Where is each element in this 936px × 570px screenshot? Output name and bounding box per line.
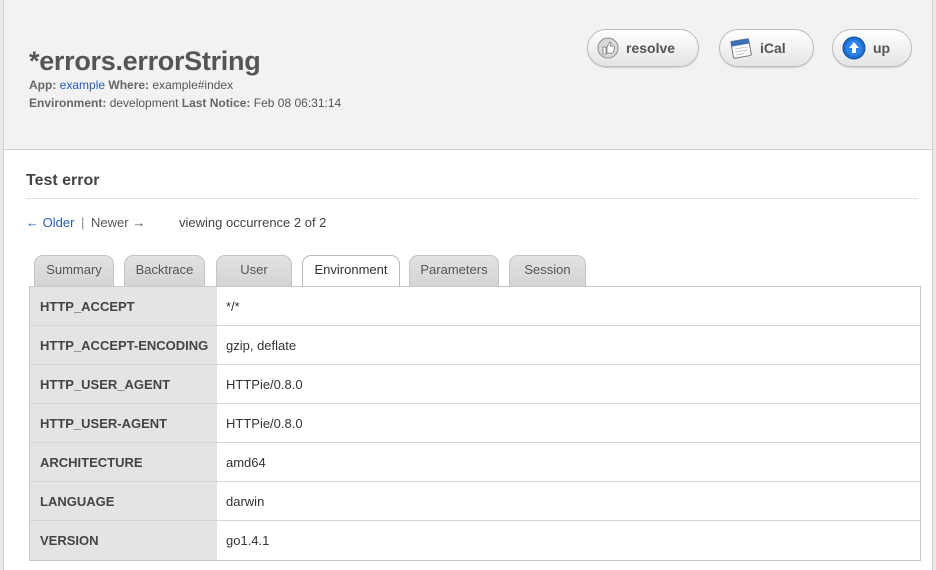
env-key: VERSION (30, 521, 217, 560)
env-key: HTTP_ACCEPT (30, 287, 217, 325)
env-value: go1.4.1 (217, 521, 920, 560)
occurrence-counter: viewing occurrence 2 of 2 (179, 215, 327, 230)
app-label: App: (29, 78, 57, 92)
older-link[interactable]: ← Older (26, 215, 74, 230)
last-notice-value: Feb 08 06:31:14 (253, 96, 342, 110)
occurrence-navigation: ← Older | Newer → (26, 215, 145, 230)
up-button[interactable]: up (832, 29, 912, 67)
where-value: example#index (152, 78, 234, 92)
env-value: HTTPie/0.8.0 (217, 365, 920, 403)
section-divider (26, 198, 918, 199)
page: *errors.errorString App: example Where: … (3, 0, 933, 570)
ical-button[interactable]: iCal (719, 29, 814, 67)
env-value: gzip, deflate (217, 326, 920, 364)
where-label: Where: (108, 78, 150, 92)
error-meta-app: App: example Where: example#index (29, 78, 233, 92)
table-row: LANGUAGE darwin (30, 482, 920, 521)
error-title: *errors.errorString (29, 46, 261, 76)
section-title: Test error (26, 172, 100, 189)
tab-backtrace[interactable]: Backtrace (124, 255, 205, 286)
environment-label: Environment: (29, 96, 107, 110)
newer-link: Newer → (91, 215, 146, 230)
env-value: HTTPie/0.8.0 (217, 404, 920, 442)
resolve-button[interactable]: resolve (587, 29, 699, 67)
env-key: HTTP_ACCEPT-ENCODING (30, 326, 217, 364)
tab-summary[interactable]: Summary (34, 255, 114, 286)
tab-session[interactable]: Session (509, 255, 586, 286)
thumbs-up-icon (597, 37, 619, 59)
tab-environment[interactable]: Environment (302, 255, 400, 288)
env-key: HTTP_USER-AGENT (30, 404, 217, 442)
table-row: ARCHITECTURE amd64 (30, 443, 920, 482)
environment-table: HTTP_ACCEPT */* HTTP_ACCEPT-ENCODING gzi… (29, 286, 921, 561)
table-row: VERSION go1.4.1 (30, 521, 920, 560)
env-value: amd64 (217, 443, 920, 481)
nav-separator: | (81, 215, 85, 230)
table-row: HTTP_ACCEPT */* (30, 287, 920, 326)
table-row: HTTP_USER_AGENT HTTPie/0.8.0 (30, 365, 920, 404)
tab-parameters[interactable]: Parameters (409, 255, 499, 286)
resolve-label: resolve (626, 40, 676, 56)
env-key: ARCHITECTURE (30, 443, 217, 481)
arrow-up-circle-icon (842, 36, 866, 60)
app-link[interactable]: example (60, 78, 105, 92)
ical-label: iCal (760, 40, 786, 56)
last-notice-label: Last Notice: (181, 96, 251, 110)
env-key: HTTP_USER_AGENT (30, 365, 217, 403)
env-value: darwin (217, 482, 920, 520)
calendar-icon (729, 36, 753, 60)
error-meta-env: Environment: development Last Notice: Fe… (29, 96, 341, 110)
error-header: *errors.errorString App: example Where: … (4, 0, 932, 150)
table-row: HTTP_USER-AGENT HTTPie/0.8.0 (30, 404, 920, 443)
env-value: */* (217, 287, 920, 325)
environment-value: development (109, 96, 179, 110)
env-key: LANGUAGE (30, 482, 217, 520)
up-label: up (873, 40, 891, 56)
table-row: HTTP_ACCEPT-ENCODING gzip, deflate (30, 326, 920, 365)
tab-user[interactable]: User (216, 255, 292, 286)
